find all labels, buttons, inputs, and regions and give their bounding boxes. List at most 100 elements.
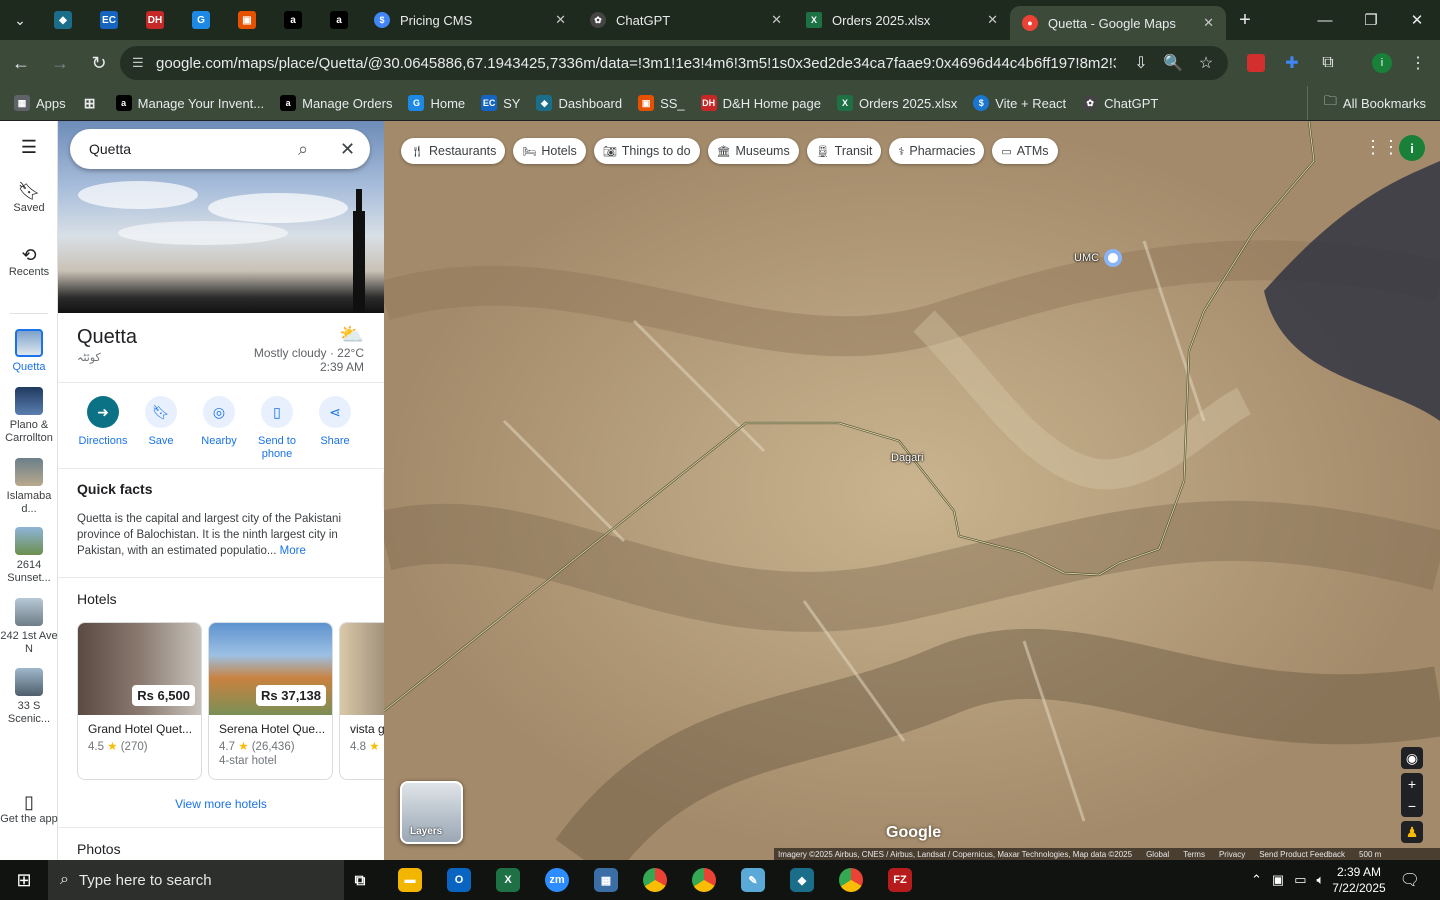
restore-icon[interactable]: ❐	[1348, 0, 1394, 40]
recent-item-islamabad[interactable]: Islamaba d...	[0, 458, 58, 516]
recent-item-242-1st[interactable]: 242 1st Ave N	[0, 598, 58, 656]
chip-hotels[interactable]: 🛏︎ Hotels	[513, 138, 586, 164]
tray-app-icon[interactable]: ▣	[1272, 872, 1284, 888]
tab-orders-xlsx[interactable]: X Orders 2025.xlsx ✕	[794, 0, 1010, 40]
filezilla-icon[interactable]: FZ	[884, 864, 916, 896]
url-text[interactable]: google.com/maps/place/Quetta/@30.0645886…	[156, 55, 1116, 72]
my-location-icon[interactable]: ◉	[1401, 747, 1423, 769]
dashboard-app-icon[interactable]: ◆	[786, 864, 818, 896]
account-avatar[interactable]: i	[1399, 135, 1425, 161]
close-tab-icon[interactable]: ✕	[987, 12, 998, 28]
address-bar[interactable]: ☰ google.com/maps/place/Quetta/@30.06458…	[120, 46, 1228, 80]
taskbar-search[interactable]: ⌕ Type here to search	[48, 860, 344, 900]
bookmark-chatgpt[interactable]: ✿ ChatGPT	[1082, 95, 1158, 111]
notepad-icon[interactable]: ✎	[737, 864, 769, 896]
notifications-icon[interactable]: 🗨︎	[1400, 870, 1420, 890]
browser-menu-icon[interactable]: ⋮	[1404, 46, 1432, 80]
google-apps-icon[interactable]: ⋮⋮	[1364, 137, 1400, 158]
volume-icon[interactable]: 🔈︎	[1316, 872, 1324, 888]
chrome-icon[interactable]	[639, 864, 671, 896]
more-link[interactable]: More	[280, 545, 306, 557]
send-to-phone-button[interactable]: ▯ Send to phone	[248, 396, 306, 461]
terms-link[interactable]: Terms	[1183, 850, 1205, 859]
bookmark-orders-xlsx[interactable]: X Orders 2025.xlsx	[836, 95, 957, 111]
pinned-tab-ss[interactable]: ▣	[224, 0, 270, 40]
excel-icon[interactable]: X	[492, 864, 524, 896]
hotel-card[interactable]: Rs 6,500 Grand Hotel Quet... 4.5 ★ (270)	[77, 622, 202, 780]
zoom-icon[interactable]: 🔍	[1158, 46, 1188, 80]
nearby-button[interactable]: ◎ Nearby	[190, 396, 248, 461]
close-window-icon[interactable]: ✕	[1394, 0, 1440, 40]
pinned-tab-amazon-2[interactable]: a	[316, 0, 362, 40]
windows-start-icon[interactable]: ⊞	[0, 860, 48, 900]
chrome-profile-icon[interactable]	[688, 864, 720, 896]
chip-restaurants[interactable]: 🍴︎ Restaurants	[401, 138, 506, 164]
satellite-map[interactable]: 🍴︎ Restaurants 🛏︎ Hotels 📷︎ Things to do 🏛︎…	[384, 121, 1440, 860]
saved-button[interactable]: 🔖︎ Saved	[0, 182, 58, 215]
tab-pricing-cms[interactable]: $ Pricing CMS ✕	[362, 0, 578, 40]
chip-museums[interactable]: 🏛︎ Museums	[707, 138, 799, 164]
pinned-tab-home[interactable]: G	[178, 0, 224, 40]
directions-button[interactable]: ➜ Directions	[74, 396, 132, 461]
map-label-umc[interactable]: UMC	[1074, 252, 1099, 264]
get-app-button[interactable]: ▯ Get the app	[0, 793, 58, 826]
privacy-link[interactable]: Privacy	[1219, 850, 1245, 859]
zoom-app-icon[interactable]: zm	[541, 864, 573, 896]
bookmark-sy[interactable]: EC SY	[481, 95, 520, 111]
site-info-icon[interactable]: ☰	[132, 55, 156, 71]
save-button[interactable]: 🔖︎ Save	[132, 396, 190, 461]
place-marker-icon[interactable]	[1104, 249, 1122, 267]
zoom-in-button[interactable]: +	[1401, 773, 1423, 795]
recent-item-sunset[interactable]: 2614 Sunset...	[0, 527, 58, 585]
recent-item-quetta[interactable]: Quetta	[0, 329, 58, 374]
forward-icon[interactable]: →	[42, 45, 78, 81]
extensions-puzzle-icon[interactable]: ⧉	[1314, 46, 1342, 80]
share-button[interactable]: ⋖ Share	[306, 396, 364, 461]
pinned-tab-amazon-1[interactable]: a	[270, 0, 316, 40]
pegman-icon[interactable]: ♟	[1401, 821, 1423, 843]
new-tab-button[interactable]: +	[1226, 9, 1264, 32]
feedback-link[interactable]: Send Product Feedback	[1259, 850, 1345, 859]
chip-atms[interactable]: ▭ ATMs	[992, 138, 1058, 164]
zoom-out-button[interactable]: −	[1401, 795, 1423, 817]
bookmark-dashboard[interactable]: ◆ Dashboard	[536, 95, 622, 111]
back-icon[interactable]: ←	[3, 45, 39, 81]
extension-dropbox-icon[interactable]: ✚	[1278, 46, 1306, 80]
bookmark-manage-orders[interactable]: a Manage Orders	[280, 95, 392, 111]
pinned-tab-dh[interactable]: DH	[132, 0, 178, 40]
recent-item-scenic[interactable]: 33 S Scenic...	[0, 668, 58, 726]
chrome-alt-icon[interactable]	[835, 864, 867, 896]
bookmark-ss[interactable]: ▣ SS_	[638, 95, 685, 111]
recents-button[interactable]: ⟲ Recents	[0, 246, 58, 279]
clear-search-icon[interactable]: ✕	[340, 129, 355, 169]
tab-google-maps[interactable]: ● Quetta - Google Maps ✕	[1010, 6, 1226, 40]
bookmark-star-icon[interactable]: ☆	[1191, 46, 1221, 80]
outlook-icon[interactable]: O	[443, 864, 475, 896]
hotel-card[interactable]: Rs 37,138 Serena Hotel Que... 4.7 ★ (26,…	[208, 622, 333, 780]
bookmark-dh-home[interactable]: DH D&H Home page	[700, 95, 821, 111]
chip-things-to-do[interactable]: 📷︎ Things to do	[593, 138, 700, 164]
bookmark-reading[interactable]: ⊞	[82, 95, 104, 111]
reload-icon[interactable]: ↻	[81, 45, 117, 81]
close-tab-icon[interactable]: ✕	[555, 12, 566, 28]
pinned-tab-ec[interactable]: EC	[86, 0, 132, 40]
taskbar-clock[interactable]: 2:39 AM 7/22/2025	[1332, 864, 1385, 896]
bookmark-vite-react[interactable]: $ Vite + React	[973, 95, 1066, 111]
minimize-icon[interactable]: —	[1302, 0, 1348, 40]
hotel-card[interactable]: vista g 4.8 ★	[339, 622, 384, 780]
pinned-tab-dashboard[interactable]: ◆	[40, 0, 86, 40]
tab-search-chevron-icon[interactable]: ⌄	[0, 0, 40, 40]
extension-arrow-icon[interactable]	[1242, 46, 1270, 80]
all-bookmarks[interactable]: 🗀 All Bookmarks	[1306, 86, 1426, 120]
profile-avatar[interactable]: i	[1368, 46, 1396, 80]
scale-bar[interactable]: 500 m	[1359, 850, 1381, 859]
file-explorer-icon[interactable]: ▬	[394, 864, 426, 896]
close-tab-icon[interactable]: ✕	[771, 12, 782, 28]
bookmark-home[interactable]: G Home	[408, 95, 465, 111]
recent-item-plano[interactable]: Plano & Carrollton	[0, 387, 58, 445]
bookmark-apps[interactable]: ▦ Apps	[14, 95, 66, 111]
chip-pharmacies[interactable]: ⚕ Pharmacies	[889, 138, 985, 164]
search-input[interactable]: Quetta	[89, 129, 131, 169]
bookmark-manage-inventory[interactable]: a Manage Your Invent...	[115, 95, 264, 111]
map-label-dagari[interactable]: Dagari	[891, 452, 923, 464]
